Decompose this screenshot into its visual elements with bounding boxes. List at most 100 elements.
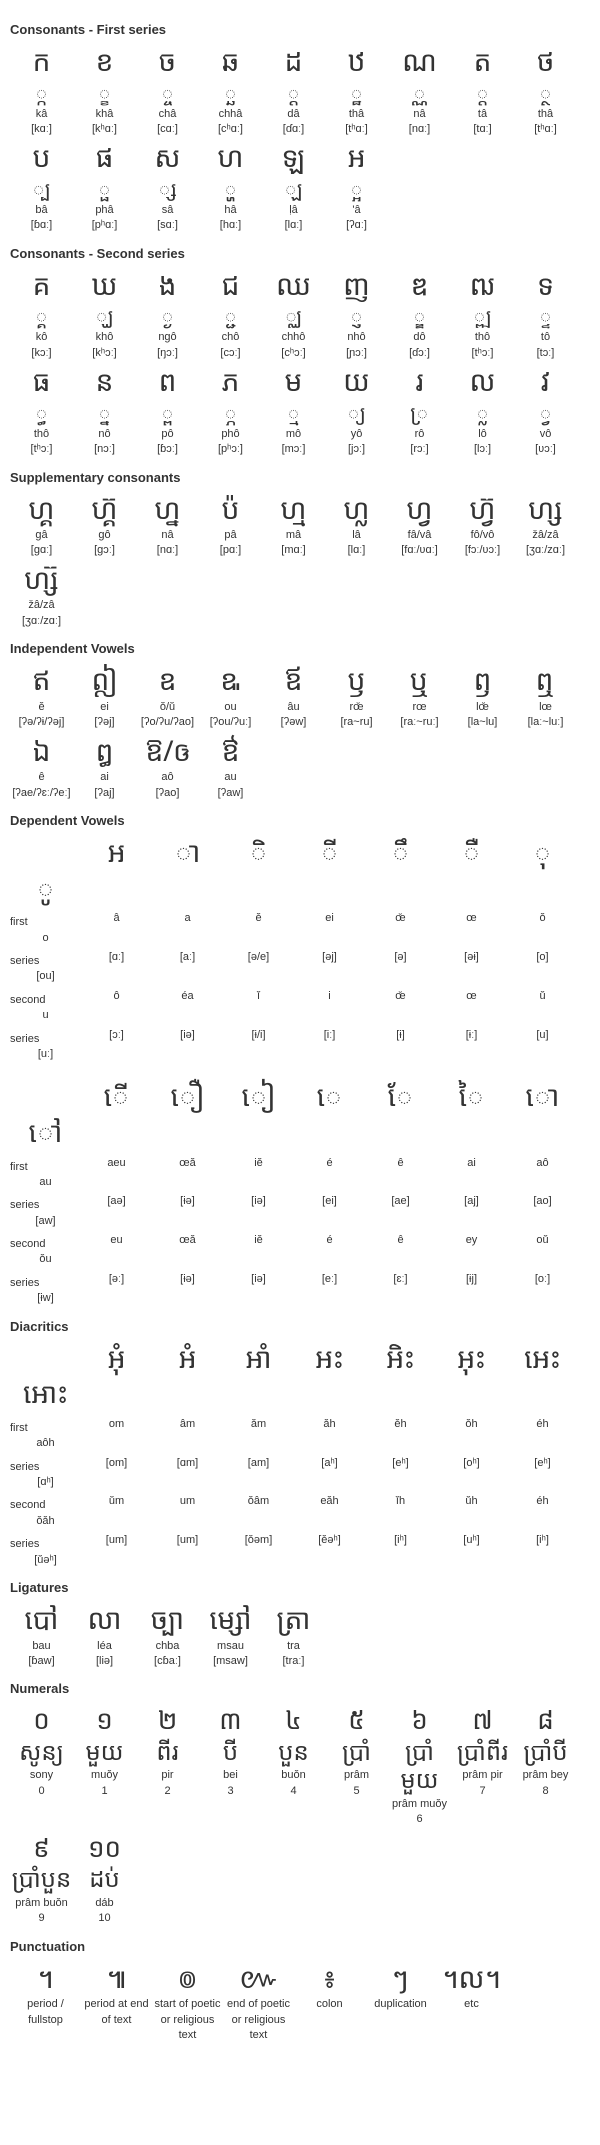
char-cell: ៖colon	[294, 1962, 365, 2044]
glyph: ។	[37, 1962, 53, 1996]
value-cell: [o]	[507, 950, 578, 969]
char-cell: ប៉pâ[pɑː]	[199, 493, 262, 559]
char-cell: ឈ◌្ឈchhô[cʰɔː]	[262, 269, 325, 361]
romanization: tô	[541, 330, 550, 345]
char-cell: ហ្នnâ[nɑː]	[136, 493, 199, 559]
sub-glyph: ◌្ភ	[224, 401, 237, 425]
glyph: ម្សៅ	[209, 1603, 251, 1637]
value-cell: [um]	[152, 1533, 223, 1552]
glyph: ក	[33, 45, 51, 79]
glyph: ឪ	[285, 664, 303, 698]
char-cell: ឪâu[ʔəw]	[262, 664, 325, 730]
glyph: ◌ិ	[250, 836, 268, 870]
ipa: [gɔː]	[94, 543, 115, 558]
value: aôh	[36, 1436, 54, 1451]
glyph: ◌ោ	[526, 1080, 560, 1114]
glyph: ណ	[402, 45, 437, 79]
value: [am]	[248, 1456, 269, 1471]
char-cell: ទ◌្ទtô[tɔː]	[514, 269, 577, 361]
value: ŏăh	[36, 1514, 54, 1529]
char-cell: ព◌្ពpô[ɓɔː]	[136, 365, 199, 457]
glyph: ◌ើ	[104, 1080, 130, 1114]
ipa: [nɑː]	[409, 122, 430, 137]
ipa: [nɔː]	[94, 442, 115, 457]
romanization: prâm muŏy	[392, 1797, 447, 1812]
glyph: ◌ៅ	[29, 1116, 63, 1150]
char-cell: ន◌្នnô[nɔː]	[73, 365, 136, 457]
value: ey	[466, 1233, 478, 1248]
glyph: ៣	[219, 1704, 241, 1735]
char-cell: វ◌្វvô[ʋɔː]	[514, 365, 577, 457]
char-cell: ភ◌្ភphô[pʰɔː]	[199, 365, 262, 457]
romanization: sony	[30, 1768, 53, 1783]
value-cell: [uʰ]	[436, 1533, 507, 1552]
glyph: យ	[343, 365, 370, 399]
value-cell: [aʰ]	[294, 1456, 365, 1475]
value-cell: [iə]	[152, 1028, 223, 1047]
value-cell: [ɨj]	[436, 1272, 507, 1291]
value-cell: ŭh	[436, 1494, 507, 1513]
word-glyph: មួយ	[85, 1738, 123, 1767]
value-cell: aôh	[10, 1436, 81, 1451]
value: ĭ	[257, 989, 260, 1004]
char-cell: ថ◌្ថthâ[tʰɑː]	[514, 45, 577, 137]
value: [əɨ]	[464, 950, 479, 965]
value-cell: aeu	[81, 1156, 152, 1175]
value: [ŏəm]	[245, 1533, 273, 1548]
value-cell: [ei]	[294, 1194, 365, 1213]
value-cell: [ɨː]	[436, 1028, 507, 1047]
value-cell: [ou]	[10, 969, 81, 984]
sub-glyph: ◌្ហ	[224, 177, 237, 201]
row-label: series	[10, 1028, 81, 1047]
char-cell: ១០ដប់dáb10	[73, 1832, 136, 1927]
word-glyph: ប្រាំមួយ	[388, 1738, 451, 1796]
row-label: first	[10, 1417, 81, 1436]
romanization: léa	[97, 1639, 112, 1654]
row-label: second	[10, 1233, 81, 1252]
sub-glyph: ◌្ណ	[413, 81, 426, 105]
sub-glyph: ◌្ក	[35, 81, 48, 105]
glyph: ◌ែ	[388, 1080, 414, 1114]
romanization: ŏ/ŭ	[160, 700, 175, 715]
romanization: lœ̆	[476, 700, 489, 715]
ipa: [ʔou/ʔuː]	[210, 715, 252, 730]
ipa: [ʔɑː]	[346, 218, 367, 233]
value: [əj]	[322, 950, 337, 965]
romanization: pir	[161, 1768, 173, 1783]
romanization: bâ	[35, 203, 47, 218]
value-cell: ĭh	[365, 1494, 436, 1513]
romanization: âu	[287, 700, 299, 715]
value-cell: [əj]	[294, 950, 365, 969]
value: œ̆	[395, 911, 405, 926]
value: um	[180, 1494, 195, 1509]
sub-glyph: ◌្ឌ	[413, 304, 426, 328]
char-cell: អោះ	[10, 1377, 81, 1413]
section-title-indv: Independent Vowels	[10, 641, 590, 656]
value-cell: ê	[365, 1156, 436, 1175]
char-row: series[ɑː][aː][ə/e][əj][ə][əɨ][o][ou]	[10, 950, 590, 985]
ipa: [laː~luː]	[528, 715, 564, 730]
romanization: phâ	[95, 203, 113, 218]
value: œ	[466, 911, 476, 926]
value-cell: aô	[507, 1156, 578, 1175]
glyph: ម	[285, 365, 303, 399]
glyph: រ	[415, 365, 423, 399]
glyph: ជ	[222, 269, 240, 303]
value: aeu	[107, 1156, 125, 1171]
ipa: [tɑː]	[473, 122, 491, 137]
glyph: ហ្ន	[155, 493, 181, 527]
romanization: gâ	[35, 528, 47, 543]
value: [ɨj]	[466, 1272, 477, 1287]
glyph: ត្រា	[277, 1603, 311, 1637]
glyph: ◌េ	[317, 1080, 343, 1114]
glyph: ឋ	[348, 45, 366, 79]
char-row: firstaeuœăiĕéêaiaôau	[10, 1156, 590, 1191]
romanization: rô	[415, 427, 425, 442]
char-row: series[əː][ɨə][iə][eː][ɛː][ɨj][oː][ɨw]	[10, 1272, 590, 1307]
romanization: phô	[221, 427, 239, 442]
glyph: ◌ឺ	[463, 836, 481, 870]
value: i	[328, 989, 330, 1004]
ipa: [gɑː]	[31, 543, 52, 558]
ipa: [cɔː]	[220, 346, 240, 361]
row-label: series	[10, 950, 81, 969]
